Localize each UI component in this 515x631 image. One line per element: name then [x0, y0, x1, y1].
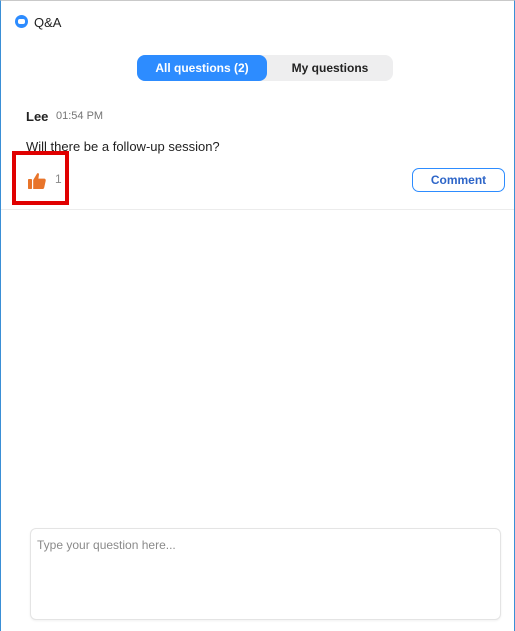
upvote-count: 1: [55, 172, 62, 186]
comment-button[interactable]: Comment: [412, 168, 505, 192]
question-author: Lee: [26, 109, 49, 124]
upvote-button[interactable]: 1: [27, 170, 67, 190]
question-time: 01:54 PM: [56, 110, 104, 122]
question-item: Lee 01:54 PM Will there be a follow-up s…: [1, 95, 514, 210]
window-title: Q&A: [34, 15, 62, 30]
qa-window: Q&A All questions (2) My questions Lee 0…: [0, 0, 515, 631]
tab-all-questions[interactable]: All questions (2): [137, 55, 267, 81]
thumbs-up-icon: [28, 173, 46, 189]
question-text: Will there be a follow-up session?: [26, 139, 220, 154]
title-bar: Q&A: [1, 1, 514, 45]
zoom-camera-icon: [15, 15, 28, 28]
tab-my-questions[interactable]: My questions: [267, 55, 393, 81]
question-filter-tabs: All questions (2) My questions: [137, 55, 393, 81]
question-input[interactable]: [30, 528, 501, 620]
